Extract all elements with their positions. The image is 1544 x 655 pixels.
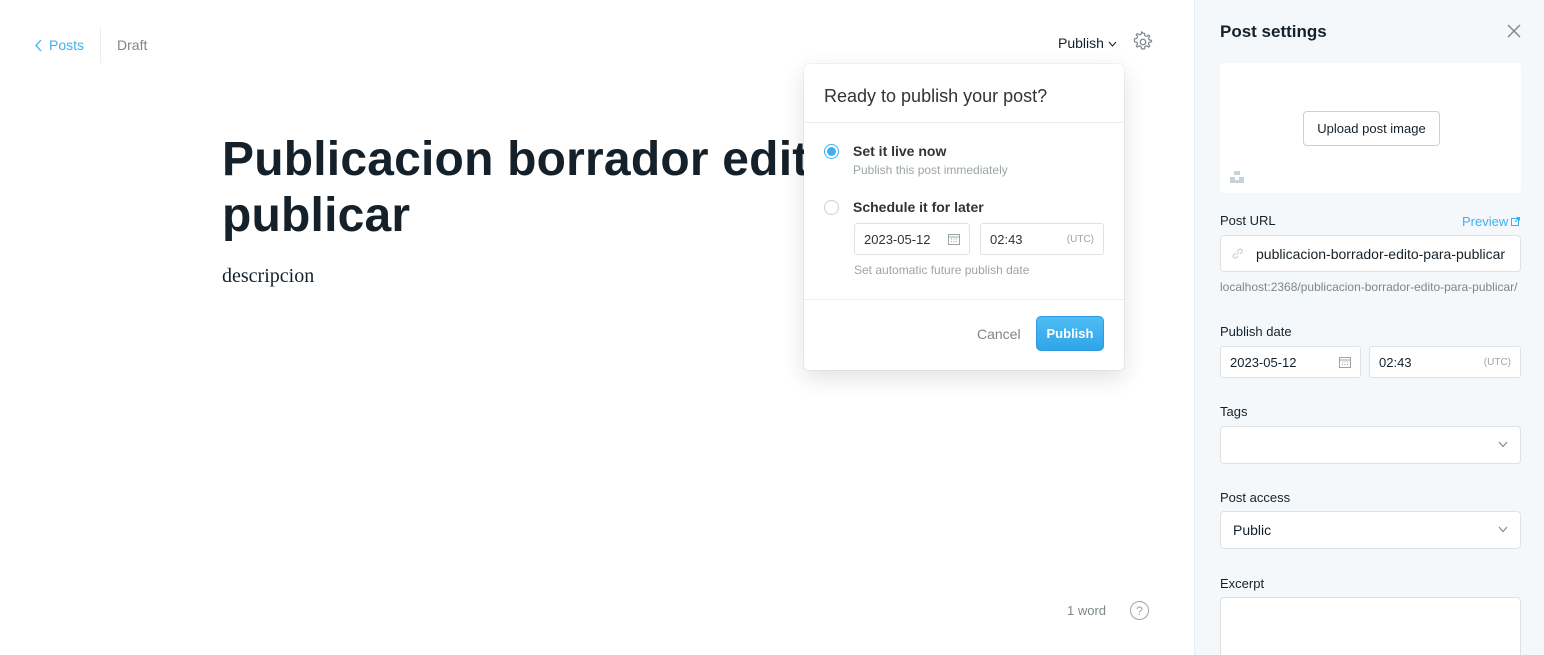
publish-time-input[interactable]: 02:43 (UTC) (1369, 346, 1521, 378)
tags-label: Tags (1220, 404, 1248, 419)
unsplash-icon[interactable] (1230, 171, 1244, 183)
back-link-label: Posts (49, 37, 85, 53)
publish-menu-trigger[interactable]: Publish (1058, 35, 1117, 51)
publish-timezone: (UTC) (1483, 356, 1511, 368)
schedule-timezone: (UTC) (1066, 233, 1094, 245)
publish-time-value: 02:43 (1379, 354, 1412, 370)
option-now-desc: Publish this post immediately (853, 163, 1008, 177)
schedule-hint: Set automatic future publish date (854, 263, 1030, 277)
post-image-uploader: Upload post image (1220, 63, 1521, 193)
schedule-date-input[interactable]: 2023-05-12 (854, 223, 970, 255)
publish-trigger-label: Publish (1058, 35, 1104, 51)
calendar-icon (1339, 357, 1351, 368)
schedule-datetime-row: 2023-05-12 02:43 (UTC) (854, 223, 1104, 255)
chevron-down-icon (1498, 441, 1508, 448)
publish-menu-footer: Cancel Publish (804, 299, 1124, 370)
post-body[interactable]: descripcion (222, 265, 314, 288)
schedule-time-value: 02:43 (990, 231, 1023, 247)
option-now-text: Set it live now Publish this post immedi… (853, 143, 1008, 177)
chevron-down-icon (1108, 41, 1117, 47)
upload-image-button[interactable]: Upload post image (1303, 111, 1440, 146)
close-icon[interactable] (1507, 24, 1521, 38)
publish-date-label: Publish date (1220, 324, 1292, 339)
question-icon[interactable]: ? (1130, 601, 1149, 620)
option-publish-now[interactable]: Set it live now Publish this post immedi… (824, 143, 1008, 177)
radio-publish-now[interactable] (824, 144, 839, 159)
publish-menu-header: Ready to publish your post? (804, 64, 1124, 123)
option-later-title: Schedule it for later (853, 199, 984, 215)
post-access-select[interactable]: Public (1220, 511, 1521, 549)
word-count: 1 word (1067, 603, 1107, 618)
radio-schedule[interactable] (824, 200, 839, 215)
cancel-button[interactable]: Cancel (977, 326, 1021, 342)
post-access-label: Post access (1220, 490, 1291, 505)
publish-menu: Ready to publish your post? Set it live … (804, 64, 1124, 370)
post-status: Draft (117, 37, 148, 53)
schedule-date-value: 2023-05-12 (864, 231, 931, 247)
post-url-label: Post URL (1220, 213, 1276, 228)
schedule-time-input[interactable]: 02:43 (UTC) (980, 223, 1104, 255)
settings-title: Post settings (1220, 22, 1327, 41)
preview-label: Preview (1462, 214, 1509, 229)
post-access-value: Public (1233, 522, 1272, 538)
tags-input[interactable] (1220, 426, 1521, 464)
excerpt-label: Excerpt (1220, 576, 1265, 591)
help-label: ? (1136, 603, 1143, 618)
publish-date-input[interactable]: 2023-05-12 (1220, 346, 1361, 378)
gear-icon[interactable] (1132, 31, 1154, 53)
option-now-title: Set it live now (853, 143, 947, 159)
post-url-input[interactable]: publicacion-borrador-edito-para-publicar (1220, 235, 1521, 272)
link-icon (1232, 248, 1243, 259)
publish-date-value: 2023-05-12 (1230, 354, 1297, 370)
back-to-posts-link[interactable]: Posts (34, 30, 100, 60)
external-link-icon (1511, 217, 1521, 226)
editor-topbar-left: Posts Draft (34, 27, 148, 63)
calendar-icon (948, 234, 960, 245)
post-url-value: publicacion-borrador-edito-para-publicar (1256, 245, 1506, 262)
post-settings-panel: Post settings Upload post image Post URL… (1194, 0, 1544, 655)
excerpt-textarea[interactable] (1220, 597, 1521, 655)
chevron-down-icon (1498, 526, 1508, 533)
preview-link[interactable]: Preview (1462, 214, 1521, 229)
option-schedule[interactable]: Schedule it for later (824, 199, 984, 215)
editor-topbar-right: Publish (1058, 30, 1153, 56)
publish-button[interactable]: Publish (1036, 316, 1104, 351)
post-full-url: localhost:2368/publicacion-borrador-edit… (1220, 280, 1518, 294)
chevron-left-icon (35, 39, 42, 51)
